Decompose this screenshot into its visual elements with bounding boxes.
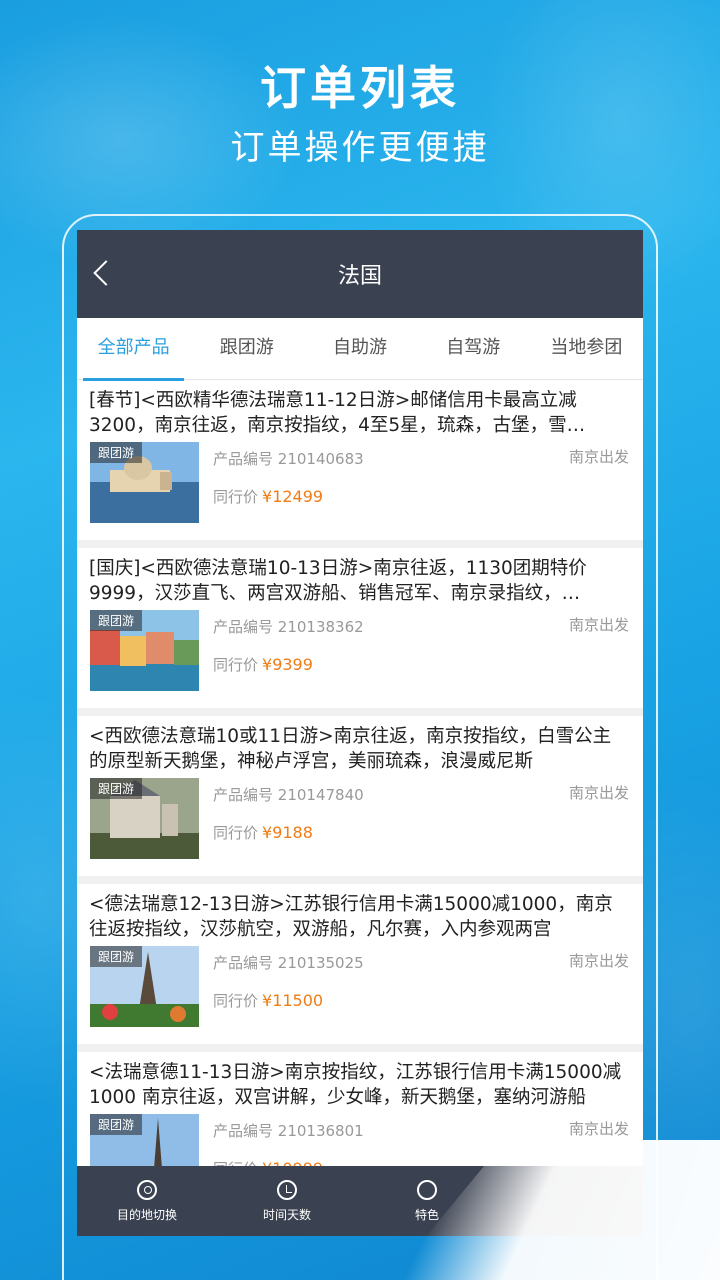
nav-title: 法国: [337, 264, 382, 289]
price-row: 同行价 ¥11500: [213, 991, 324, 1010]
clock-icon: [277, 1179, 297, 1200]
price-value: ¥11500: [262, 991, 324, 1010]
product-image: 跟团游: [90, 610, 199, 691]
list-item[interactable]: [国庆]<西欧德法意瑞10-13日游>南京往返，1130团期特价9999，汉莎直…: [77, 548, 643, 716]
tab-group-tour[interactable]: 跟团游: [190, 318, 303, 380]
product-title: <西欧德法意瑞10或11日游>南京往返，南京按指纹，白雪公主的原型新天鹅堡，神秘…: [89, 726, 612, 772]
product-title: [春节]<西欧精华德法瑞意11-12日游>邮储信用卡最高立减3200，南京往返，…: [89, 390, 586, 436]
price-value: ¥9188: [262, 823, 313, 842]
product-image: 跟团游: [90, 442, 199, 523]
product-title: <德法瑞意12-13日游>江苏银行信用卡满15000减1000，南京往返按指纹，…: [89, 894, 613, 940]
product-title: <法瑞意德11-13日游>南京按指纹，江苏银行信用卡满15000减1000 南京…: [89, 1062, 622, 1108]
departure-city: 南京出发: [568, 784, 629, 802]
list-item[interactable]: <西欧德法意瑞10或11日游>南京往返，南京按指纹，白雪公主的原型新天鹅堡，神秘…: [77, 716, 643, 884]
departure-city: 南京出发: [568, 1120, 629, 1138]
destination-switch-label: 目的地切换: [116, 1207, 177, 1222]
product-tag: 跟团游: [90, 778, 143, 799]
product-list: [春节]<西欧精华德法瑞意11-12日游>邮储信用卡最高立减3200，南京往返，…: [77, 380, 643, 1220]
tab-all-products[interactable]: 全部产品: [77, 318, 190, 381]
price-value: ¥12499: [262, 487, 324, 506]
feature-filter-button[interactable]: 特色: [357, 1166, 497, 1236]
price-row: 同行价 ¥9399: [213, 655, 313, 674]
hero-title: 订单列表: [260, 61, 460, 115]
product-code: 产品编号 210138362: [213, 618, 364, 636]
location-pin-icon: [137, 1179, 157, 1200]
tab-self-drive[interactable]: 自驾游: [417, 318, 530, 380]
bottom-filter-bar: 目的地切换 时间天数 特色: [77, 1166, 643, 1236]
destination-switch-button[interactable]: 目的地切换: [77, 1166, 217, 1236]
product-tag: 跟团游: [90, 610, 143, 631]
product-image: 跟团游: [90, 946, 199, 1027]
hero-subtitle: 订单操作更便捷: [230, 128, 490, 168]
navbar: 法国: [77, 230, 643, 318]
tab-self-guided[interactable]: 自助游: [303, 318, 416, 380]
tab-local-tour[interactable]: 当地参团: [530, 318, 643, 380]
feature-filter-label: 特色: [414, 1207, 439, 1222]
app-screen: 法国 全部产品 跟团游 自助游 自驾游 当地参团 [春节]<西欧精华德法瑞意11…: [77, 230, 643, 1236]
product-tag: 跟团游: [90, 946, 143, 967]
product-title: [国庆]<西欧德法意瑞10-13日游>南京往返，1130团期特价9999，汉莎直…: [89, 558, 587, 604]
product-tag: 跟团游: [90, 1114, 143, 1135]
list-item[interactable]: [春节]<西欧精华德法瑞意11-12日游>邮储信用卡最高立减3200，南京往返，…: [77, 380, 643, 548]
feature-icon: [417, 1179, 437, 1200]
departure-city: 南京出发: [568, 616, 629, 634]
category-tabs: 全部产品 跟团游 自助游 自驾游 当地参团: [77, 318, 643, 381]
product-code: 产品编号 210147840: [213, 786, 364, 804]
product-code: 产品编号 210136801: [213, 1122, 364, 1140]
product-tag: 跟团游: [90, 442, 143, 463]
product-code: 产品编号 210140683: [213, 450, 364, 468]
departure-city: 南京出发: [568, 952, 629, 970]
product-code: 产品编号 210135025: [213, 954, 364, 972]
list-item[interactable]: <德法瑞意12-13日游>江苏银行信用卡满15000减1000，南京往返按指纹，…: [77, 884, 643, 1052]
days-filter-button[interactable]: 时间天数: [217, 1166, 357, 1236]
back-arrow-icon[interactable]: [93, 260, 119, 286]
price-value: ¥9399: [262, 655, 313, 674]
departure-city: 南京出发: [568, 448, 629, 466]
price-row: 同行价 ¥12499: [213, 487, 324, 506]
days-filter-label: 时间天数: [262, 1207, 311, 1222]
price-row: 同行价 ¥9188: [213, 823, 313, 842]
product-image: 跟团游: [90, 778, 199, 859]
